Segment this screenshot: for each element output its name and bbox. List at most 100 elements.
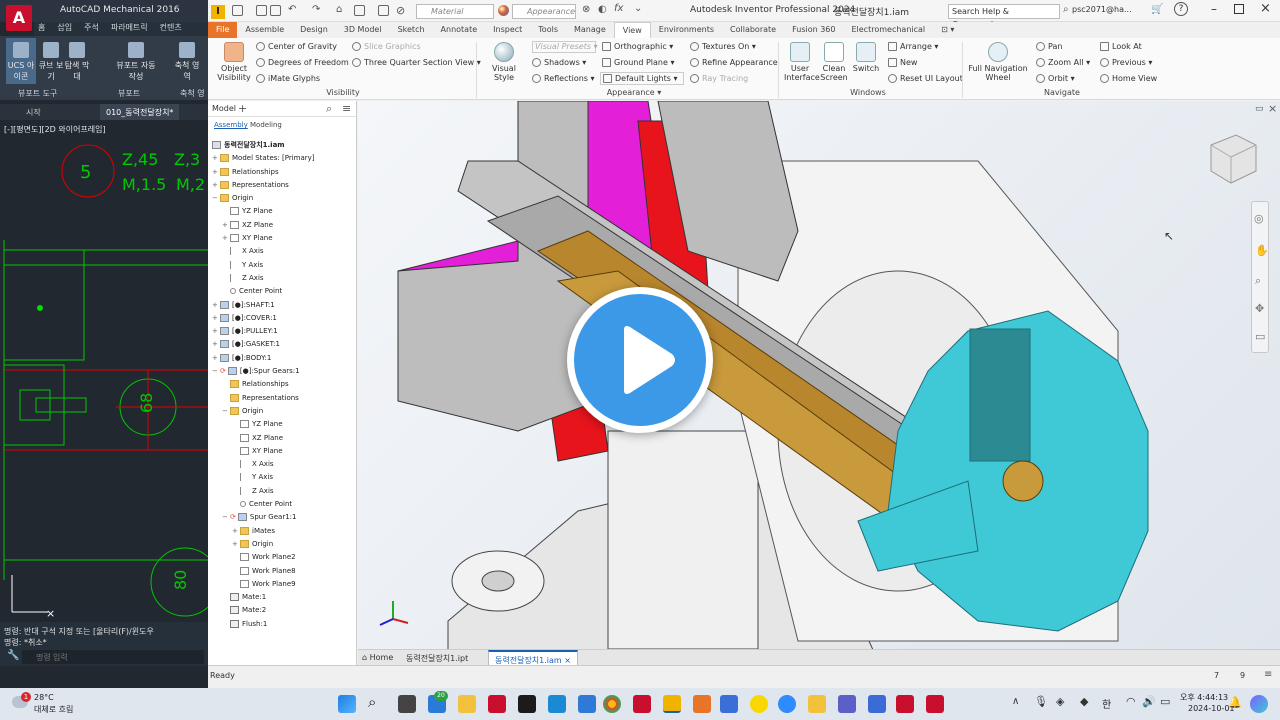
imate-glyphs-button[interactable]: iMate Glyphs: [256, 74, 320, 83]
visual-presets-select[interactable]: Visual Presets ▾: [532, 41, 598, 53]
qa-more-icon[interactable]: ⌄: [634, 3, 642, 14]
center-of-gravity-button[interactable]: Center of Gravity: [256, 42, 337, 51]
save-icon[interactable]: [270, 5, 281, 16]
object-visibility-button[interactable]: Object Visibility: [216, 42, 252, 82]
tree-item[interactable]: Y Axis: [208, 471, 357, 484]
tree-item[interactable]: + [●]:SHAFT:1: [208, 299, 357, 312]
network-icon[interactable]: ◆: [1080, 695, 1088, 708]
tree-item[interactable]: Center Point: [208, 498, 357, 511]
tab-environments[interactable]: Environments: [651, 22, 722, 38]
tree-item[interactable]: Flush:1: [208, 618, 357, 631]
orbit-nav-icon[interactable]: ✥: [1255, 302, 1264, 315]
select-icon[interactable]: [354, 5, 365, 16]
tree-item[interactable]: Relationships: [208, 378, 357, 391]
browser-search-icon[interactable]: ⌕: [326, 102, 332, 116]
status-menu-icon[interactable]: ≡: [1264, 669, 1272, 680]
reset-ui-layout-button[interactable]: Reset UI Layout: [888, 74, 963, 83]
tree-item[interactable]: Y Axis: [208, 259, 357, 272]
viewport-restore-icon[interactable]: ▭: [1255, 104, 1264, 114]
tree-item[interactable]: Z Axis: [208, 485, 357, 498]
browser-tab-assembly[interactable]: Assembly: [214, 121, 248, 129]
viewport-create-button[interactable]: 뷰포트 자동 작성: [112, 38, 160, 82]
tab-electromechanical[interactable]: Electromechanical: [843, 22, 933, 38]
clean-screen-button[interactable]: Clean Screen: [820, 42, 848, 82]
material-select[interactable]: Material: [416, 4, 494, 19]
app-icon-5[interactable]: [868, 695, 886, 713]
browser-menu-icon[interactable]: ≡: [342, 102, 351, 115]
tab-manage[interactable]: Manage: [566, 22, 614, 38]
close-icon[interactable]: ×: [1260, 1, 1271, 16]
tab-file[interactable]: File: [208, 22, 238, 38]
ground-plane-button[interactable]: Ground Plane ▾: [602, 58, 674, 67]
open-folder-icon[interactable]: [256, 5, 267, 16]
clock-time[interactable]: 오후 4:44:13: [1180, 692, 1228, 703]
material-clear-icon[interactable]: ⊘: [396, 4, 405, 17]
tree-item[interactable]: XY Plane: [208, 445, 357, 458]
appearance-panel-label[interactable]: Appearance ▾: [594, 88, 674, 97]
tab-design[interactable]: Design: [292, 22, 336, 38]
add-tab-icon[interactable]: +: [238, 102, 247, 115]
terminal-icon[interactable]: [518, 695, 536, 713]
tree-item[interactable]: − Origin: [208, 192, 357, 205]
app-icon-7[interactable]: [926, 695, 944, 713]
autocad-logo[interactable]: A: [6, 5, 32, 31]
view-cube[interactable]: [1210, 134, 1257, 184]
user-interface-button[interactable]: User Interface: [784, 42, 820, 82]
home-icon[interactable]: ⌂: [336, 4, 342, 15]
inventor-taskbar-icon[interactable]: [663, 695, 681, 713]
look-at-nav-icon[interactable]: ▭: [1255, 330, 1265, 343]
wrench-icon[interactable]: 🔧: [7, 650, 19, 661]
acad-tab-annotate[interactable]: 주석: [84, 22, 99, 36]
inventor-logo[interactable]: I: [211, 5, 225, 19]
arrange-button[interactable]: Arrange ▾: [888, 42, 938, 51]
ribbon-options-icon[interactable]: ⊡ ▾: [933, 22, 962, 38]
adjust-icon[interactable]: ◐: [598, 4, 607, 15]
previous-view-button[interactable]: Previous ▾: [1100, 58, 1152, 67]
viewport-close-icon[interactable]: ×: [1268, 102, 1277, 115]
file-explorer-icon[interactable]: [458, 695, 476, 713]
video-play-button[interactable]: [567, 287, 713, 433]
undo-icon[interactable]: ↶: [288, 4, 296, 15]
minimize-icon[interactable]: –: [1211, 2, 1217, 16]
doctab-home[interactable]: ⌂ Home: [362, 653, 393, 662]
tree-item[interactable]: Work Plane8: [208, 565, 357, 578]
tree-item[interactable]: Mate:1: [208, 591, 357, 604]
slice-graphics-button[interactable]: Slice Graphics: [352, 42, 421, 51]
pan-hand-icon[interactable]: ✋: [1255, 244, 1269, 257]
scale-area-button[interactable]: 축척 영역: [172, 38, 202, 82]
chrome-icon[interactable]: [603, 695, 621, 713]
tree-item[interactable]: X Axis: [208, 458, 357, 471]
copilot-icon[interactable]: [1250, 695, 1268, 713]
app-icon-2[interactable]: [578, 695, 596, 713]
tree-item[interactable]: Z Axis: [208, 272, 357, 285]
tab-tools[interactable]: Tools: [530, 22, 566, 38]
tree-item[interactable]: + [●]:GASKET:1: [208, 338, 357, 351]
tree-item[interactable]: Mate:2: [208, 604, 357, 617]
tree-item[interactable]: Work Plane2: [208, 551, 357, 564]
update-icon[interactable]: [378, 5, 389, 16]
acad-command-input[interactable]: [22, 650, 204, 664]
full-navigation-wheel-button[interactable]: Full Navigation Wheel: [966, 42, 1030, 82]
tree-item[interactable]: Representations: [208, 392, 357, 405]
zoom-app-icon[interactable]: [778, 695, 796, 713]
app-icon-4[interactable]: [838, 695, 856, 713]
doctab-part[interactable]: 동력전달장치1.ipt: [406, 653, 468, 664]
tree-item[interactable]: + [●]:COVER:1: [208, 312, 357, 325]
tab-sketch[interactable]: Sketch: [390, 22, 433, 38]
calculator-icon[interactable]: [720, 695, 738, 713]
acad-tab-content[interactable]: 컨텐츠: [160, 22, 182, 36]
tree-item[interactable]: − Origin: [208, 405, 357, 418]
new-file-icon[interactable]: [232, 5, 243, 16]
acad-tab-parametric[interactable]: 파라메트릭: [111, 22, 148, 36]
acad-tab-insert[interactable]: 삽입: [57, 22, 72, 36]
clear-appearance-icon[interactable]: ⊗: [582, 4, 590, 15]
start-icon[interactable]: [338, 695, 356, 713]
search-help-input[interactable]: Search Help & Commands...: [948, 4, 1060, 29]
tree-item[interactable]: YZ Plane: [208, 205, 357, 218]
tray-app-icon[interactable]: ◈: [1056, 695, 1064, 708]
look-at-button[interactable]: Look At: [1100, 42, 1142, 51]
notification-icon[interactable]: 🔔: [1228, 696, 1242, 709]
tree-root[interactable]: 동력전달장치1.iam: [208, 139, 357, 152]
orthographic-button[interactable]: Orthographic ▾: [602, 42, 673, 51]
doctab-assembly[interactable]: 동력전달장치1.iam ×: [488, 650, 578, 666]
